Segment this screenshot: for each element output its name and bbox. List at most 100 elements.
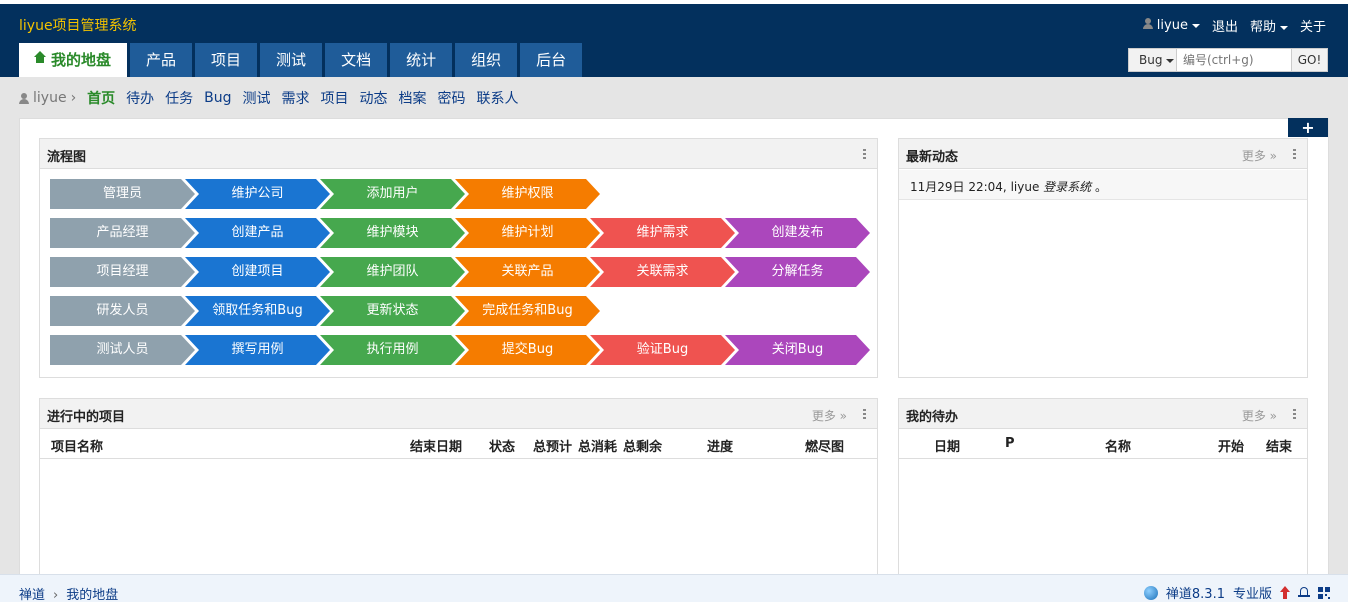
- subnav-item-contacts[interactable]: 联系人: [477, 88, 519, 108]
- subnav-item-dynamic[interactable]: 动态: [360, 88, 388, 108]
- search-go-button[interactable]: GO!: [1291, 49, 1327, 71]
- col-priority[interactable]: P: [1005, 436, 1015, 451]
- subnav-item-home[interactable]: 首页: [87, 88, 115, 108]
- col-burndown[interactable]: 燃尽图: [805, 436, 844, 455]
- nav-qa[interactable]: 测试: [260, 43, 323, 77]
- home-icon: [34, 51, 46, 65]
- panel-title: 流程图: [47, 150, 87, 165]
- subnav-item-story[interactable]: 需求: [282, 88, 310, 108]
- dynamic-action-link[interactable]: 登录系统: [1043, 180, 1091, 194]
- flow-step[interactable]: 分解任务: [725, 257, 870, 287]
- search-input[interactable]: [1177, 49, 1291, 71]
- more-vertical-icon[interactable]: [1293, 409, 1296, 421]
- flow-role: 测试人员: [50, 335, 195, 365]
- subnav-item-project[interactable]: 项目: [321, 88, 349, 108]
- qrcode-icon[interactable]: [1318, 586, 1330, 599]
- flow-step[interactable]: 维护需求: [590, 218, 735, 248]
- flow-step[interactable]: 维护公司: [185, 179, 330, 209]
- panel-header: 流程图: [40, 139, 877, 169]
- nav-doc[interactable]: 文档: [325, 43, 388, 77]
- flow-role: 项目经理: [50, 257, 195, 287]
- dynamics-panel: 最新动态 更多 » 11月29日 22:04, liyue 登录系统 。: [898, 138, 1308, 378]
- zentao-logo-icon: [1143, 585, 1158, 600]
- more-link[interactable]: 更多 »: [812, 407, 847, 424]
- chevron-down-icon: [1166, 58, 1175, 63]
- flow-step[interactable]: 完成任务和Bug: [455, 296, 600, 326]
- flow-step[interactable]: 领取任务和Bug: [185, 296, 330, 326]
- subnav-item-todo[interactable]: 待办: [126, 88, 154, 108]
- flow-row: 产品经理 创建产品 维护模块 维护计划 维护需求 创建发布: [50, 218, 870, 248]
- flow-step[interactable]: 维护权限: [455, 179, 600, 209]
- col-consumed[interactable]: 总消耗: [578, 436, 617, 455]
- version-link[interactable]: 禅道8.3.1: [1166, 583, 1225, 602]
- flow-step[interactable]: 验证Bug: [590, 335, 735, 365]
- subnav-user: liyue ›: [19, 90, 76, 106]
- subnav-item-password[interactable]: 密码: [438, 88, 466, 108]
- about-link[interactable]: 关于: [1300, 16, 1326, 35]
- col-status[interactable]: 状态: [489, 436, 515, 455]
- flow-step[interactable]: 撰写用例: [185, 335, 330, 365]
- flow-step[interactable]: 维护模块: [320, 218, 465, 248]
- more-vertical-icon[interactable]: [863, 409, 866, 421]
- subnav-item-testcase[interactable]: 测试: [243, 88, 271, 108]
- bell-icon[interactable]: [1298, 586, 1310, 599]
- flow-step[interactable]: 提交Bug: [455, 335, 600, 365]
- flow-step[interactable]: 关联产品: [455, 257, 600, 287]
- flow-step[interactable]: 创建产品: [185, 218, 330, 248]
- nav-my[interactable]: 我的地盘: [19, 43, 128, 77]
- nav-product[interactable]: 产品: [130, 43, 193, 77]
- breadcrumb-current[interactable]: 我的地盘: [66, 588, 118, 602]
- flow-row: 项目经理 创建项目 维护团队 关联产品 关联需求 分解任务: [50, 257, 870, 287]
- panel-title: 进行中的项目: [47, 410, 126, 425]
- more-link[interactable]: 更多 »: [1242, 147, 1277, 164]
- col-end[interactable]: 结束: [1266, 436, 1292, 455]
- flowchart-panel: 流程图 管理员 维护公司 添加用户 维护权限产品经理 创建产品 维护模块 维护计划 维护需求创…: [39, 138, 878, 378]
- flow-role: 管理员: [50, 179, 195, 209]
- nav-project[interactable]: 项目: [195, 43, 258, 77]
- breadcrumb-root[interactable]: 禅道: [19, 588, 45, 602]
- flow-step[interactable]: 维护团队: [320, 257, 465, 287]
- nav-report[interactable]: 统计: [390, 43, 453, 77]
- top-links: liyue 退出 帮助 关于: [1142, 16, 1326, 35]
- search-type-select[interactable]: Bug: [1129, 49, 1177, 71]
- breadcrumb: 禅道 › 我的地盘: [19, 584, 118, 602]
- panel-header: 进行中的项目 更多 »: [40, 399, 877, 429]
- col-begin[interactable]: 开始: [1218, 436, 1244, 455]
- col-left[interactable]: 总剩余: [623, 436, 662, 455]
- user-menu[interactable]: liyue: [1142, 18, 1200, 33]
- subnav-item-bug[interactable]: Bug: [204, 90, 231, 106]
- panel-title: 最新动态: [906, 150, 959, 165]
- logout-link[interactable]: 退出: [1212, 16, 1238, 35]
- col-name[interactable]: 名称: [1105, 436, 1131, 455]
- brand-title[interactable]: liyue项目管理系统: [19, 15, 137, 35]
- nav-admin[interactable]: 后台: [520, 43, 583, 77]
- flow-step[interactable]: 关闭Bug: [725, 335, 870, 365]
- nav-company[interactable]: 组织: [455, 43, 518, 77]
- col-progress[interactable]: 进度: [707, 436, 733, 455]
- panel-header: 最新动态 更多 »: [899, 139, 1307, 169]
- help-menu[interactable]: 帮助: [1250, 16, 1288, 35]
- col-name[interactable]: 项目名称: [51, 436, 103, 455]
- flow-step[interactable]: 添加用户: [320, 179, 465, 209]
- edition-label[interactable]: 专业版: [1233, 583, 1272, 602]
- flow-step[interactable]: 更新状态: [320, 296, 465, 326]
- more-vertical-icon[interactable]: [863, 149, 866, 161]
- flow-step[interactable]: 关联需求: [590, 257, 735, 287]
- flow-step[interactable]: 执行用例: [320, 335, 465, 365]
- main-nav: 我的地盘 产品 项目 测试 文档 统计 组织 后台: [19, 43, 585, 77]
- add-block-button[interactable]: +: [1288, 118, 1328, 137]
- subnav-item-task[interactable]: 任务: [165, 88, 193, 108]
- flow-step[interactable]: 创建项目: [185, 257, 330, 287]
- subnav-item-profile[interactable]: 档案: [399, 88, 427, 108]
- col-date[interactable]: 日期: [934, 436, 960, 455]
- more-link[interactable]: 更多 »: [1242, 407, 1277, 424]
- col-end-date[interactable]: 结束日期: [410, 436, 462, 455]
- upgrade-arrow-icon[interactable]: [1280, 586, 1290, 599]
- projects-panel: 进行中的项目 更多 » 项目名称 结束日期 状态 总预计 总消耗 总剩余 进度 …: [39, 398, 878, 578]
- dynamic-entry: 11月29日 22:04, liyue 登录系统 。: [899, 170, 1307, 200]
- user-icon: [19, 92, 29, 104]
- flow-step[interactable]: 创建发布: [725, 218, 870, 248]
- more-vertical-icon[interactable]: [1293, 149, 1296, 161]
- flow-step[interactable]: 维护计划: [455, 218, 600, 248]
- col-estimate[interactable]: 总预计: [533, 436, 572, 455]
